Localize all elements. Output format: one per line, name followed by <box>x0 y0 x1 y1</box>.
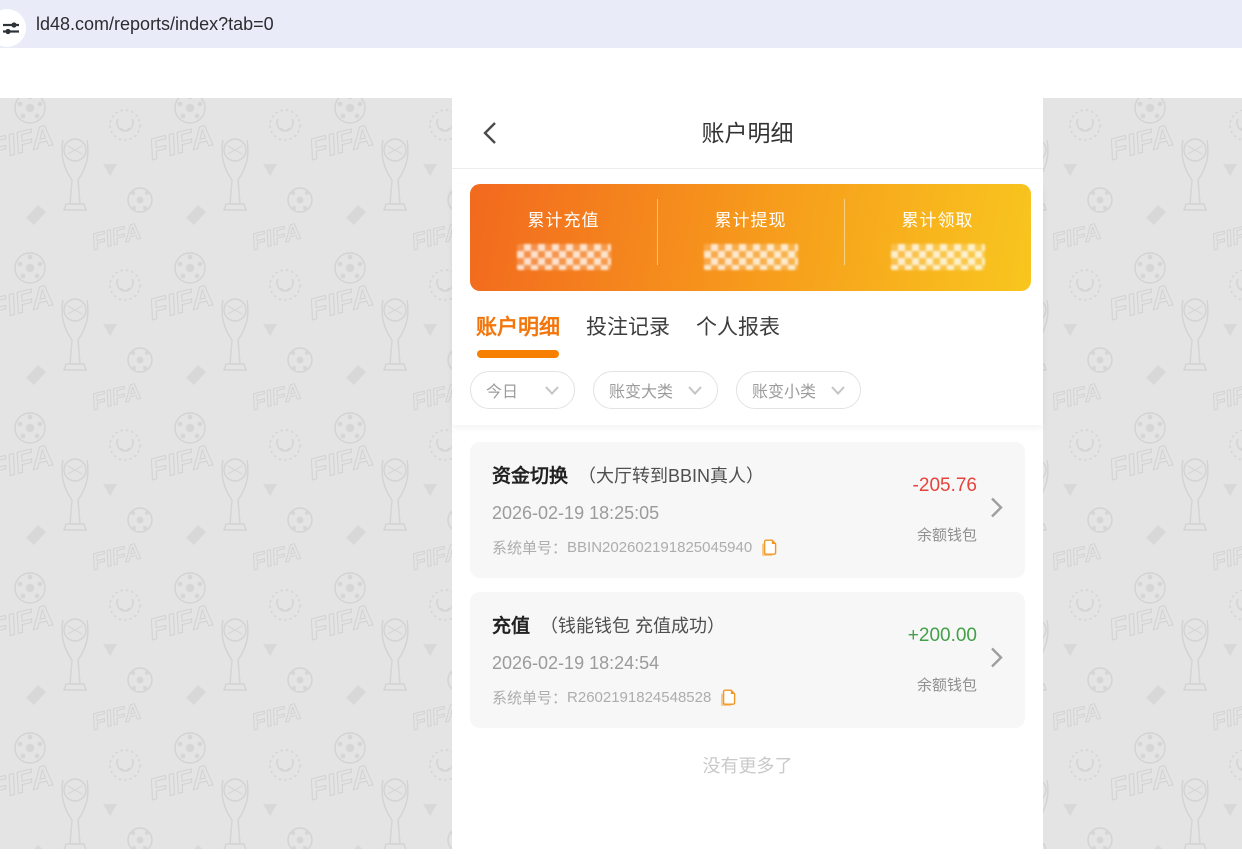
copy-icon[interactable] <box>761 539 777 557</box>
active-tab-underline <box>477 350 559 358</box>
major-category-filter-dropdown[interactable]: 账变大类 <box>593 371 719 409</box>
total-deposit-masked-value <box>516 243 611 270</box>
txn-wallet: 余额钱包 <box>916 677 977 694</box>
minor-category-filter-label: 账变小类 <box>752 384 817 401</box>
back-button[interactable] <box>482 121 498 145</box>
date-filter-dropdown[interactable]: 今日 <box>470 371 576 409</box>
tab-bet-records-label: 投注记录 <box>586 316 670 339</box>
txn-note: （钱能钱包 充值成功） <box>540 616 726 636</box>
txn-datetime: 2026-02-19 18:25:05 <box>492 503 660 523</box>
total-deposit-label: 累计充值 <box>527 210 600 230</box>
chevron-right-icon[interactable] <box>990 647 1003 674</box>
txn-type: 充值 <box>492 616 531 637</box>
txn-order-number: BBIN202602191825045940 <box>567 539 753 556</box>
chevron-down-icon <box>831 385 845 395</box>
transaction-list: 资金切换 （大厅转到BBIN真人） 2026-02-19 18:25:05 系统… <box>452 425 1043 778</box>
account-detail-panel: 账户明细 累计充值 累计提现 累计领取 账户明细 投注记录 个人报表 今日 账变… <box>452 98 1043 849</box>
txn-amount: -205.76 <box>912 475 977 496</box>
no-more-indicator: 没有更多了 <box>702 756 793 776</box>
browser-url-bar[interactable]: ld48.com/reports/index?tab=0 <box>0 0 1242 48</box>
totals-banner: 累计充值 累计提现 累计领取 <box>470 184 1031 291</box>
page-title: 账户明细 <box>701 120 794 146</box>
tab-personal-report[interactable]: 个人报表 <box>696 311 780 358</box>
summary-and-filter-block: 累计充值 累计提现 累计领取 账户明细 投注记录 个人报表 今日 账变大类 账变… <box>452 184 1043 425</box>
copy-icon[interactable] <box>720 689 736 707</box>
total-claim-label: 累计领取 <box>901 210 974 230</box>
tab-personal-report-label: 个人报表 <box>696 316 780 339</box>
transaction-row-fund-switch[interactable]: 资金切换 （大厅转到BBIN真人） 2026-02-19 18:25:05 系统… <box>470 442 1025 578</box>
txn-order-label: 系统单号： <box>492 690 568 707</box>
chevron-down-icon <box>545 385 559 395</box>
filter-row: 今日 账变大类 账变小类 <box>470 371 1043 409</box>
tab-account-detail-label: 账户明细 <box>476 316 560 339</box>
chevron-right-icon[interactable] <box>990 497 1003 524</box>
minor-category-filter-dropdown[interactable]: 账变小类 <box>736 371 862 409</box>
report-tabs: 账户明细 投注记录 个人报表 <box>476 311 1043 358</box>
transaction-row-deposit[interactable]: 充值 （钱能钱包 充值成功） 2026-02-19 18:24:54 系统单号：… <box>470 592 1025 728</box>
panel-header: 账户明细 <box>452 98 1043 169</box>
txn-amount: +200.00 <box>907 625 977 646</box>
total-withdraw-label: 累计提现 <box>714 210 787 230</box>
site-settings-icon[interactable] <box>0 9 26 47</box>
txn-order-label: 系统单号： <box>492 540 568 557</box>
total-claim-masked-value <box>890 243 985 270</box>
chevron-left-icon <box>483 122 496 144</box>
txn-type: 资金切换 <box>492 466 569 487</box>
total-deposit-block: 累计充值 <box>470 184 657 291</box>
tab-bet-records[interactable]: 投注记录 <box>586 311 670 358</box>
address-url[interactable]: ld48.com/reports/index?tab=0 <box>36 0 274 48</box>
txn-order-number: R2602191824548528 <box>567 689 712 706</box>
date-filter-label: 今日 <box>486 384 519 401</box>
major-category-filter-label: 账变大类 <box>609 384 674 401</box>
txn-note: （大厅转到BBIN真人） <box>578 466 765 486</box>
total-withdraw-block: 累计提现 <box>657 184 844 291</box>
total-withdraw-masked-value <box>703 243 798 270</box>
tab-account-detail[interactable]: 账户明细 <box>476 311 560 358</box>
tune-icon <box>3 22 19 35</box>
total-claim-block: 累计领取 <box>844 184 1031 291</box>
txn-wallet: 余额钱包 <box>916 527 977 544</box>
txn-datetime: 2026-02-19 18:24:54 <box>492 653 660 673</box>
chevron-down-icon <box>688 385 702 395</box>
